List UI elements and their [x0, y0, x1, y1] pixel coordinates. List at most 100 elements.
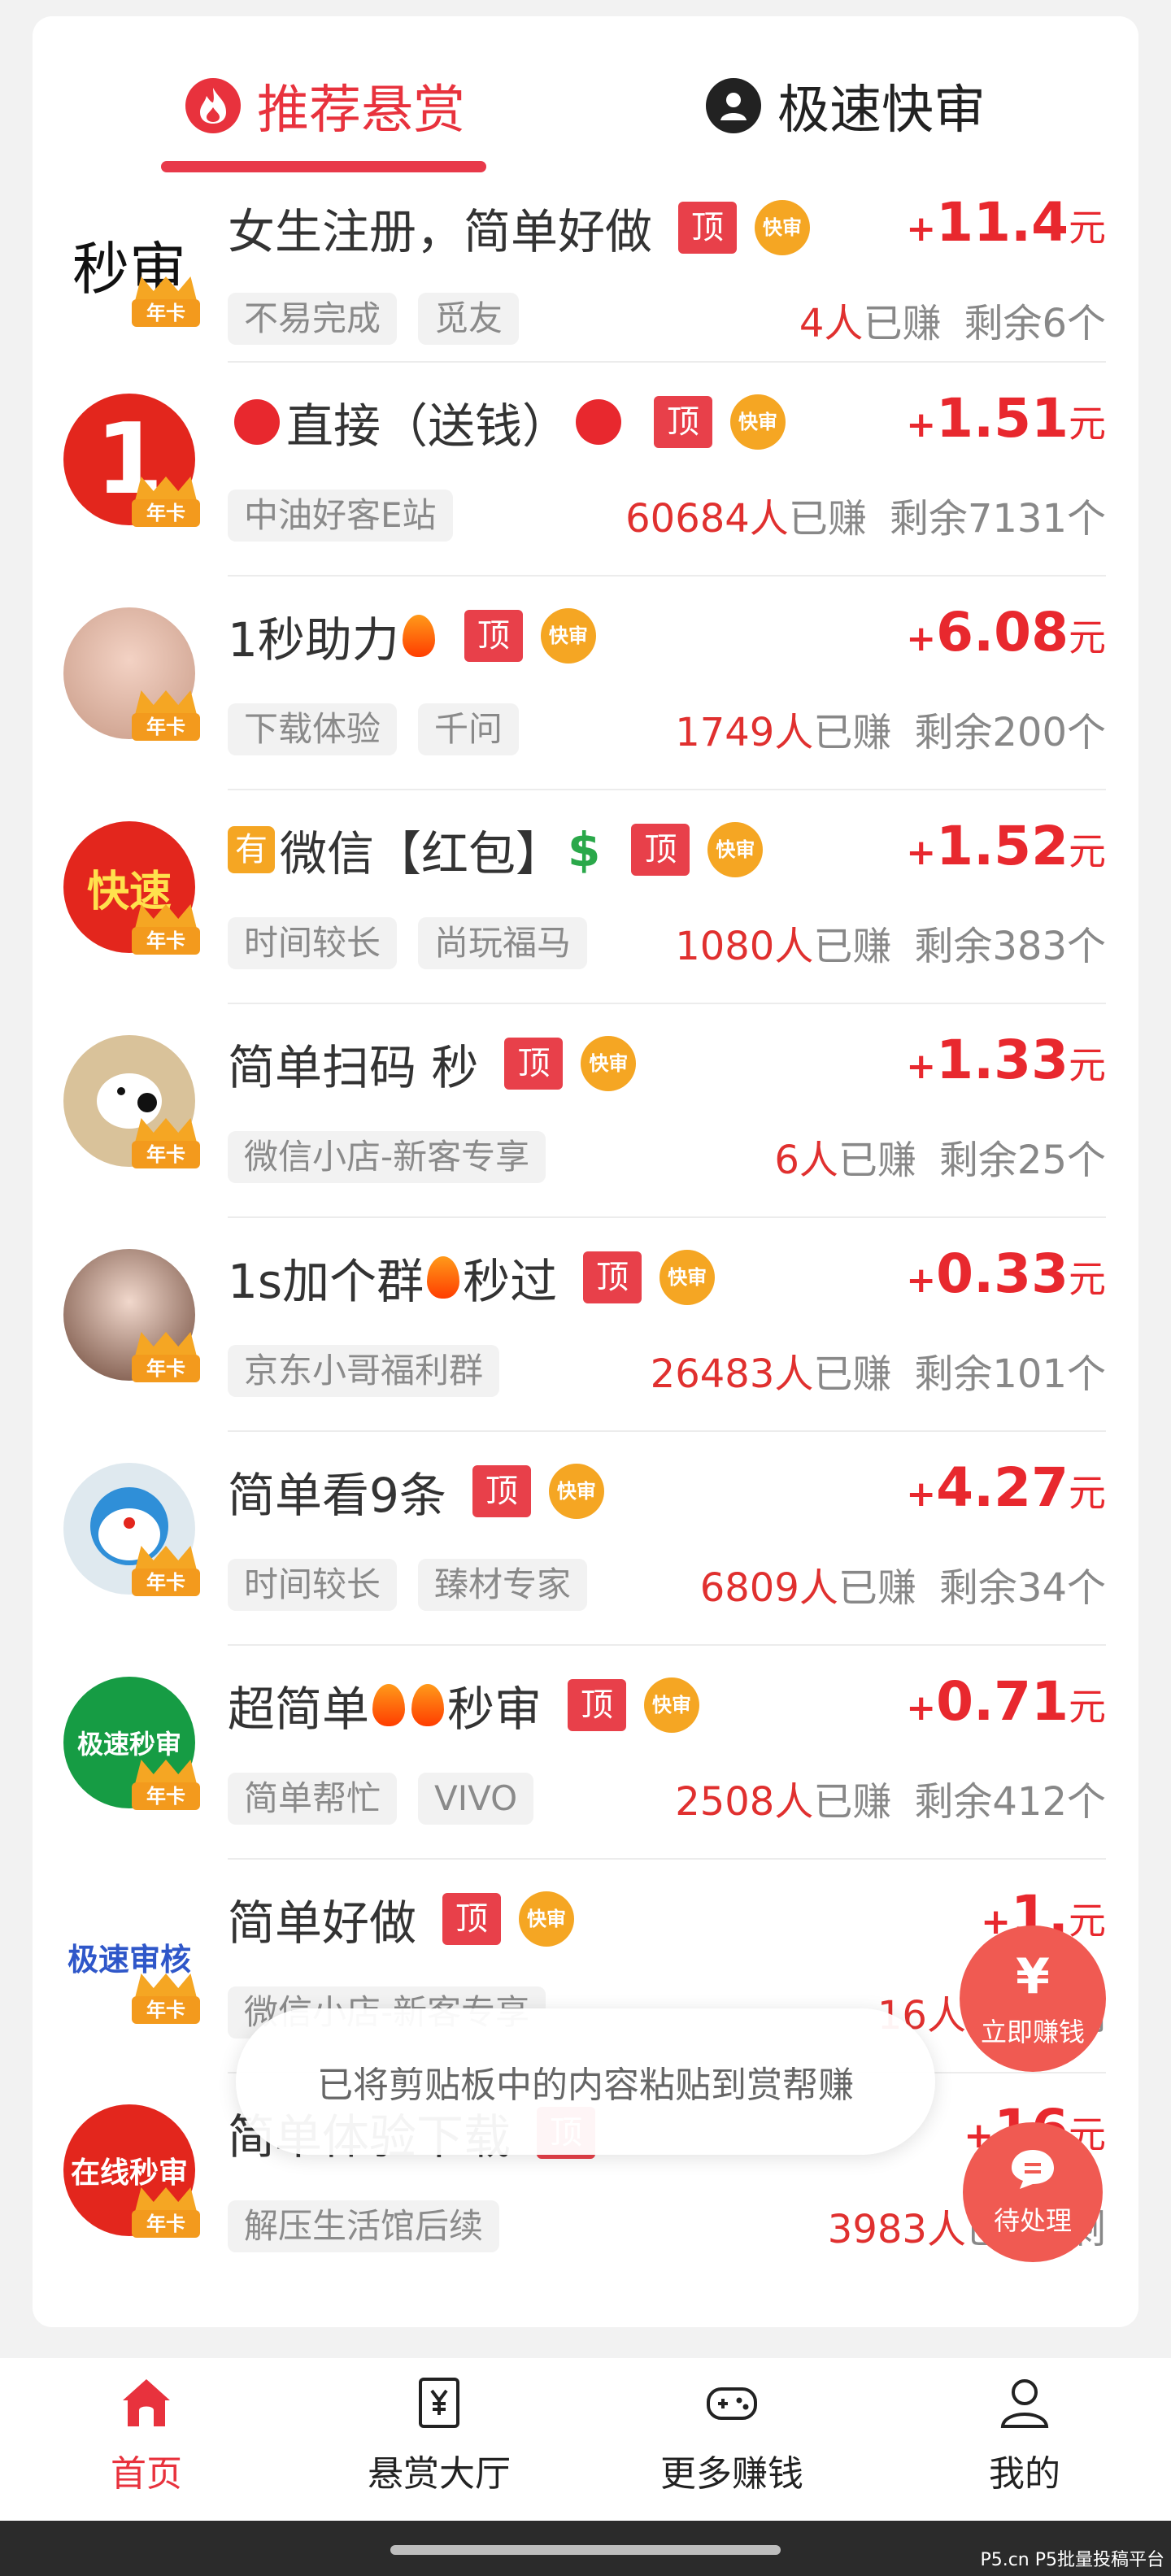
annual-crown-badge: 年卡	[132, 2187, 200, 2239]
nav-mine-label: 我的	[989, 2453, 1060, 2495]
task-title: 简单好做 顶 快审	[228, 1882, 575, 1956]
fast-review-badge: 快审	[707, 822, 764, 877]
annual-crown-badge: 年卡	[132, 276, 200, 329]
task-row[interactable]: 年卡 简单扫码 秒 顶 快审 微信小店-新客专享 +1.33 元 6人已赚 剩余25…	[33, 1004, 1138, 1218]
you-emoji-icon: 有	[228, 826, 275, 873]
task-reward: +0.33 元	[906, 1242, 1106, 1305]
task-stats: 1080人已赚 剩余383个	[675, 924, 1106, 969]
task-title: 直接（送钱） 顶 快审	[228, 385, 786, 459]
top-badge: 顶	[504, 1038, 564, 1090]
task-tag: 下载体验	[228, 703, 398, 755]
task-reward: +1.51 元	[906, 387, 1106, 450]
home-indicator[interactable]	[390, 2545, 781, 2555]
task-tag: 觅友	[418, 293, 520, 345]
watermark: P5.cn P5批量投稿平台	[980, 2550, 1164, 2570]
annual-crown-badge: 年卡	[132, 1332, 200, 1384]
task-row[interactable]: 极速秒审 年卡 超简单 秒审 顶 快审 简单帮忙 VIVO +0.71 元 250…	[33, 1646, 1138, 1860]
task-tag: 解压生活馆后续	[228, 2200, 500, 2252]
fast-review-badge: 快审	[644, 1677, 700, 1733]
task-tags: 时间较长 尚玩福马	[228, 917, 608, 969]
clipboard-toast: 已将剪贴板中的内容粘贴到赏帮赚	[236, 2008, 935, 2155]
tab-recommended[interactable]: 推荐悬赏	[185, 73, 465, 141]
tab-fast-review[interactable]: 极速快审	[706, 73, 986, 141]
task-tags: 不易完成 觅友	[228, 293, 540, 345]
top-badge: 顶	[464, 610, 523, 662]
fire-icon	[185, 78, 241, 133]
yen-scroll-icon	[411, 2374, 468, 2431]
task-title: 简单扫码 秒 顶 快审	[228, 1027, 637, 1100]
top-badge: 顶	[631, 824, 690, 876]
task-row[interactable]: 秒审 年卡 女生注册，简单好做 顶 快审 不易完成 觅友 +11.4 元 4人已赚…	[33, 191, 1138, 363]
nav-home[interactable]: 首页	[24, 2374, 268, 2513]
fast-review-badge: 快审	[548, 1464, 604, 1519]
earn-now-button[interactable]: ¥ 立即赚钱	[960, 1925, 1106, 2072]
gamepad-icon	[703, 2374, 760, 2431]
task-tags: 下载体验 千问	[228, 703, 540, 755]
annual-crown-badge: 年卡	[132, 1973, 200, 2026]
dollar-emoji-icon: $	[568, 822, 601, 877]
yen-icon: ¥	[1016, 1948, 1050, 2005]
nav-bounty-hall[interactable]: 悬赏大厅	[317, 2374, 561, 2513]
tab-recommended-label: 推荐悬赏	[257, 80, 465, 141]
annual-crown-badge: 年卡	[132, 1546, 200, 1598]
fast-review-badge: 快审	[540, 608, 596, 664]
nav-bounty-hall-label: 悬赏大厅	[368, 2453, 511, 2495]
earn-now-label: 立即赚钱	[980, 2017, 1085, 2047]
task-title: 1秒助力 顶 快审	[228, 599, 596, 672]
task-title: 超简单 秒审 顶 快审	[228, 1669, 700, 1742]
task-row[interactable]: 快速 年卡 有 微信【红包】 $ 顶 快审 时间较长 尚玩福马 +1.52 元 1…	[33, 790, 1138, 1004]
task-reward: +6.08 元	[906, 601, 1106, 664]
task-title: 女生注册，简单好做 顶 快审	[228, 191, 811, 264]
top-badge: 顶	[583, 1251, 642, 1303]
user-circle-icon	[706, 78, 761, 133]
task-stats: 1749人已赚 剩余200个	[675, 710, 1106, 755]
task-stats: 4人已赚 剩余6个	[799, 301, 1106, 346]
nav-mine[interactable]: 我的	[903, 2374, 1147, 2513]
red-circle-icon	[576, 399, 622, 445]
task-stats: 60684人已赚 剩余7131个	[625, 496, 1106, 542]
tab-fast-review-label: 极速快审	[777, 80, 986, 141]
task-row[interactable]: 年卡 1s加个群 秒过 顶 快审 京东小哥福利群 +0.33 元 26483人已赚…	[33, 1218, 1138, 1432]
task-reward: +1.33 元	[906, 1029, 1106, 1091]
task-title: 1s加个群 秒过 顶 快审	[228, 1241, 716, 1314]
task-reward: +0.71 元	[906, 1670, 1106, 1733]
user-icon	[996, 2374, 1053, 2431]
pending-button[interactable]: 待处理	[963, 2122, 1103, 2262]
task-tag: 尚玩福马	[418, 917, 588, 969]
top-badge: 顶	[442, 1893, 502, 1945]
top-badge: 顶	[654, 396, 713, 448]
red-circle-icon	[234, 399, 280, 445]
task-stats: 2508人已赚 剩余412个	[675, 1779, 1106, 1825]
top-badge: 顶	[472, 1465, 531, 1517]
task-tag: 时间较长	[228, 1559, 398, 1611]
task-title: 简单看9条 顶 快审	[228, 1455, 604, 1528]
fast-review-badge: 快审	[660, 1250, 716, 1305]
task-tags: 中油好客E站	[228, 490, 474, 542]
fast-review-badge: 快审	[730, 394, 786, 450]
bottom-navigation: 首页 悬赏大厅 更多赚钱 我的	[0, 2358, 1171, 2521]
task-stats: 26483人已赚 剩余101个	[650, 1351, 1106, 1397]
annual-crown-badge: 年卡	[132, 690, 200, 742]
nav-more-earn[interactable]: 更多赚钱	[610, 2374, 854, 2513]
top-badge: 顶	[568, 1679, 627, 1731]
task-tag: 中油好客E站	[228, 490, 453, 542]
annual-crown-badge: 年卡	[132, 1118, 200, 1170]
task-tag: VIVO	[418, 1773, 534, 1825]
task-row[interactable]: 1 年卡 直接（送钱） 顶 快审 中油好客E站 +1.51 元 60684人已赚剩…	[33, 363, 1138, 577]
task-row[interactable]: 年卡 1秒助力 顶 快审 下载体验 千问 +6.08 元 1749人已赚 剩余200…	[33, 577, 1138, 790]
pending-label: 待处理	[993, 2205, 1072, 2236]
home-icon	[118, 2374, 175, 2431]
annual-crown-badge: 年卡	[132, 904, 200, 956]
fast-review-badge: 快审	[519, 1891, 575, 1947]
nav-home-label: 首页	[111, 2453, 182, 2495]
task-tag: 臻材专家	[418, 1559, 588, 1611]
nav-more-earn-label: 更多赚钱	[660, 2453, 803, 2495]
task-reward: +1.52 元	[906, 815, 1106, 877]
task-stats: 6809人已赚 剩余34个	[699, 1565, 1106, 1611]
task-row[interactable]: 年卡 简单看9条 顶 快审 时间较长 臻材专家 +4.27 元 6809人已赚 剩余…	[33, 1432, 1138, 1646]
chat-bubble-icon	[1008, 2147, 1057, 2194]
fast-review-badge: 快审	[581, 1036, 637, 1091]
task-tag: 简单帮忙	[228, 1773, 398, 1825]
fire-emoji-icon	[402, 615, 435, 657]
tab-bar: 推荐悬赏 极速快审	[33, 16, 1138, 195]
